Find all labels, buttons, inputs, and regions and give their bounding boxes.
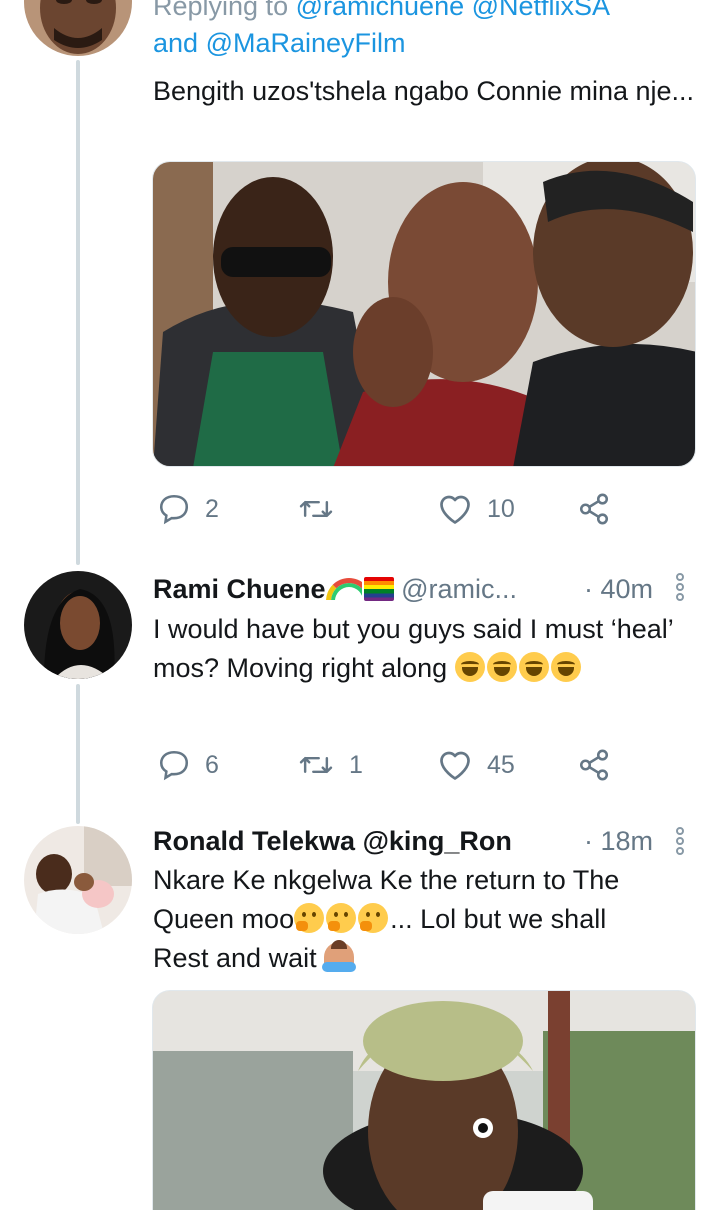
mention-maraineyfilm[interactable]: @MaRaineyFilm (206, 28, 406, 58)
tweet1-image[interactable] (152, 161, 696, 467)
more-vertical-icon[interactable] (675, 573, 685, 603)
tweet1-text: Bengith uzos'tshela ngabo Connie mina nj… (153, 76, 695, 106)
share-button[interactable] (577, 745, 611, 785)
rainbow-emoji-icon (325, 574, 362, 600)
thread-line-1 (76, 60, 80, 565)
thinking-emoji-icon (358, 903, 389, 933)
more-vertical-icon[interactable] (675, 827, 685, 857)
retweet-icon (297, 492, 335, 526)
tweet3-line3: Rest and wait (153, 943, 317, 973)
avatar-rami-chuene[interactable] (24, 571, 132, 679)
reply-prefix: Replying to (153, 0, 289, 21)
rofl-emoji-icon (518, 652, 549, 682)
share-button[interactable] (577, 489, 611, 529)
mention-netflixsa[interactable]: @NetflixSA (472, 0, 610, 21)
retweet-count: 1 (349, 750, 363, 779)
retweet-button[interactable]: 1 (297, 745, 363, 785)
rofl-emoji-icon (454, 652, 485, 682)
rofl-emoji-icon (486, 652, 517, 682)
reply-count: 2 (205, 494, 219, 523)
tweet2-text-content: I would have but you guys said I must ‘h… (153, 614, 673, 683)
man-shrugging-emoji-icon (322, 940, 357, 972)
author-handle[interactable]: @king_Ron (363, 826, 512, 856)
tweet3-line1: Nkare Ke nkgelwa Ke the return to The (153, 865, 620, 895)
author-handle[interactable]: @ramic... (401, 574, 517, 604)
pride-flag-icon (363, 577, 394, 601)
tweet3-image[interactable] (152, 990, 696, 1210)
thread-line-2 (76, 684, 80, 824)
replying-to: Replying to @ramichuene @NetflixSA and @… (153, 0, 713, 62)
like-count: 45 (487, 750, 515, 779)
tweet2-text: I would have but you guys said I must ‘h… (153, 610, 698, 688)
heart-icon (437, 492, 473, 526)
tweet3-text: Nkare Ke nkgelwa Ke the return to The Qu… (153, 861, 698, 978)
tweet1-actions: 2 10 (153, 489, 698, 529)
author-name[interactable]: Ronald Telekwa (153, 826, 355, 856)
tweet-time[interactable]: · 18m (584, 823, 653, 859)
tweet2-header: Rami Chuene @ramic... · 40m (153, 571, 693, 607)
tweet2-actions: 6 1 45 (153, 745, 698, 785)
like-button[interactable]: 10 (437, 489, 515, 529)
share-icon (577, 492, 611, 526)
avatar-tweet1[interactable] (24, 0, 132, 56)
author-name[interactable]: Rami Chuene (153, 574, 326, 604)
thinking-emoji-icon (294, 903, 325, 933)
like-count: 10 (487, 494, 515, 523)
heart-icon (437, 748, 473, 782)
like-button[interactable]: 45 (437, 745, 515, 785)
mention-ramichuene[interactable]: @ramichuene (296, 0, 465, 21)
reply-button[interactable]: 2 (157, 489, 219, 529)
tweet3-line2a: Queen moo (153, 904, 295, 934)
and-text: and (153, 28, 199, 58)
retweet-icon (297, 748, 335, 782)
reply-icon (157, 492, 191, 526)
thinking-emoji-icon (326, 903, 357, 933)
reply-count: 6 (205, 750, 219, 779)
avatar-ronald-telekwa[interactable] (24, 826, 132, 934)
share-icon (577, 748, 611, 782)
tweet-time[interactable]: · 40m (584, 571, 653, 607)
reply-icon (157, 748, 191, 782)
retweet-button[interactable] (297, 489, 335, 529)
rofl-emoji-icon (550, 652, 581, 682)
tweet3-line2b: ... Lol but we shall (390, 904, 607, 934)
tweet3-header: Ronald Telekwa @king_Ron · 18m (153, 823, 693, 859)
reply-button[interactable]: 6 (157, 745, 219, 785)
